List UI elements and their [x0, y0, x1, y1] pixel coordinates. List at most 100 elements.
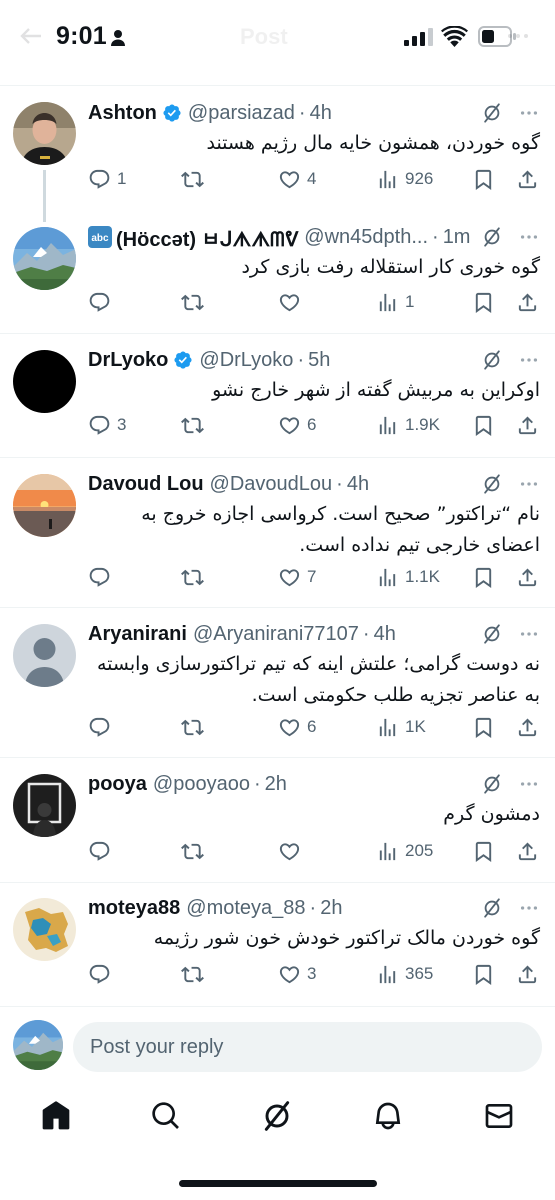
avatar[interactable]: [13, 774, 76, 837]
reply-button[interactable]: 1: [88, 166, 126, 192]
post-time[interactable]: 2h: [265, 773, 287, 796]
grok-icon[interactable]: [481, 473, 503, 495]
bookmark-icon: [472, 840, 495, 863]
like-button[interactable]: 7: [278, 564, 316, 590]
post-time[interactable]: 4h: [374, 623, 396, 646]
share-button[interactable]: [516, 961, 539, 987]
repost-button[interactable]: [181, 564, 210, 590]
grok-icon[interactable]: [481, 773, 503, 795]
post-time[interactable]: 2h: [320, 897, 342, 920]
avatar[interactable]: [13, 474, 76, 537]
post-time[interactable]: 4h: [347, 473, 369, 496]
share-button[interactable]: [516, 714, 539, 740]
repost-button[interactable]: [181, 166, 210, 192]
bookmark-button[interactable]: [472, 838, 495, 864]
like-button[interactable]: [278, 838, 307, 864]
author-handle[interactable]: @pooyaoo: [153, 773, 250, 796]
avatar[interactable]: [13, 624, 76, 687]
reply-button[interactable]: [88, 714, 117, 740]
abc-emoji-icon: abc: [88, 226, 112, 248]
author-handle[interactable]: @moteya_88: [186, 897, 305, 920]
views-button[interactable]: 1: [376, 289, 414, 315]
more-options-icon[interactable]: [517, 349, 541, 371]
avatar[interactable]: [13, 898, 76, 961]
more-options-icon[interactable]: [506, 26, 530, 46]
avatar[interactable]: [13, 350, 76, 413]
reply-button[interactable]: 3: [88, 412, 126, 438]
like-button[interactable]: 4: [278, 166, 316, 192]
share-button[interactable]: [516, 289, 539, 315]
share-button[interactable]: [516, 166, 539, 192]
more-options-icon[interactable]: [517, 102, 541, 124]
grok-icon[interactable]: [481, 226, 503, 248]
author-name[interactable]: Aryanirani: [88, 623, 187, 646]
repost-button[interactable]: [181, 714, 210, 740]
reply-button[interactable]: [88, 838, 117, 864]
repost-button[interactable]: [181, 289, 210, 315]
avatar[interactable]: [13, 227, 76, 290]
back-arrow-icon[interactable]: [20, 28, 42, 44]
views-button[interactable]: 1.9K: [376, 412, 440, 438]
grok-icon[interactable]: [481, 102, 503, 124]
views-button[interactable]: 926: [376, 166, 433, 192]
author-handle[interactable]: @parsiazad: [188, 102, 295, 125]
author-handle[interactable]: @DrLyoko: [199, 349, 293, 372]
more-options-icon[interactable]: [517, 226, 541, 248]
post-time[interactable]: 1m: [443, 226, 471, 249]
author-name[interactable]: (Höccət) ㅂᒍᗑᗑᗰᕓ: [116, 223, 298, 252]
reply-input[interactable]: [73, 1022, 542, 1072]
avatar[interactable]: [13, 102, 76, 165]
views-button[interactable]: 365: [376, 961, 433, 987]
more-options-icon[interactable]: [517, 623, 541, 645]
nav-grok[interactable]: [261, 1100, 293, 1132]
divider: [0, 85, 555, 86]
author-handle[interactable]: @Aryanirani77107: [193, 623, 359, 646]
separator-dot: ·: [362, 622, 370, 645]
share-button[interactable]: [516, 838, 539, 864]
like-button[interactable]: 3: [278, 961, 316, 987]
author-handle[interactable]: @DavoudLou: [210, 473, 333, 496]
share-button[interactable]: [516, 564, 539, 590]
more-options-icon[interactable]: [517, 897, 541, 919]
like-button[interactable]: 6: [278, 714, 316, 740]
author-name[interactable]: pooya: [88, 773, 147, 796]
reply-button[interactable]: [88, 961, 117, 987]
reply-button[interactable]: [88, 564, 117, 590]
author-name[interactable]: moteya88: [88, 897, 180, 920]
more-options-icon[interactable]: [517, 473, 541, 495]
post-text: نام “تراکتور” صحیح است. کرواسی اجازه خرو…: [88, 499, 540, 561]
views-button[interactable]: 1.1K: [376, 564, 440, 590]
bookmark-button[interactable]: [472, 166, 495, 192]
author-name[interactable]: Ashton: [88, 102, 157, 125]
views-button[interactable]: 205: [376, 838, 433, 864]
divider: [0, 457, 555, 458]
author-name[interactable]: Davoud Lou: [88, 473, 204, 496]
post-time[interactable]: 4h: [310, 102, 332, 125]
grok-icon[interactable]: [481, 897, 503, 919]
grok-icon[interactable]: [481, 349, 503, 371]
separator-dot: ·: [336, 472, 343, 495]
author-handle[interactable]: @wn45dpth...: [304, 226, 428, 249]
my-avatar[interactable]: [13, 1020, 63, 1070]
bookmark-button[interactable]: [472, 714, 495, 740]
bookmark-button[interactable]: [472, 961, 495, 987]
more-options-icon[interactable]: [517, 773, 541, 795]
repost-button[interactable]: [181, 961, 210, 987]
reply-button[interactable]: [88, 289, 117, 315]
repost-button[interactable]: [181, 838, 210, 864]
grok-icon[interactable]: [481, 623, 503, 645]
views-button[interactable]: 1K: [376, 714, 426, 740]
nav-notifications[interactable]: [372, 1100, 404, 1132]
nav-home[interactable]: [40, 1100, 72, 1132]
repost-button[interactable]: [181, 412, 210, 438]
like-button[interactable]: [278, 289, 307, 315]
post-time[interactable]: 5h: [308, 349, 330, 372]
nav-search[interactable]: [150, 1100, 182, 1132]
bookmark-button[interactable]: [472, 289, 495, 315]
bookmark-button[interactable]: [472, 564, 495, 590]
bookmark-button[interactable]: [472, 412, 495, 438]
like-button[interactable]: 6: [278, 412, 316, 438]
author-name[interactable]: DrLyoko: [88, 349, 168, 372]
share-button[interactable]: [516, 412, 539, 438]
nav-messages[interactable]: [483, 1100, 515, 1132]
